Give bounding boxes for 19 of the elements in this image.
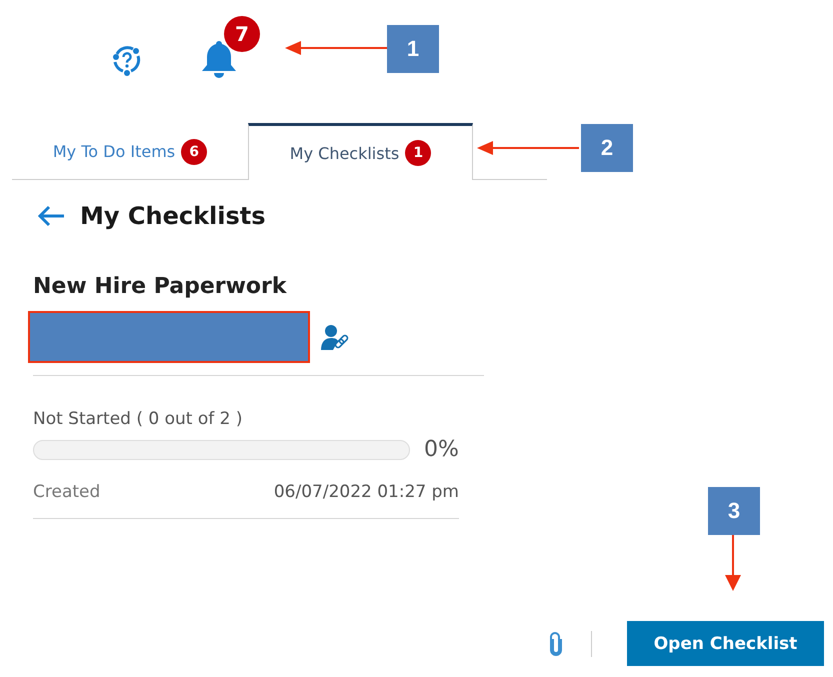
- user-link-icon[interactable]: [321, 324, 349, 350]
- paperclip-icon[interactable]: [549, 632, 563, 656]
- callout-label: 2: [581, 124, 633, 172]
- bell-icon[interactable]: [200, 38, 238, 78]
- tab[interactable]: My Checklists 1: [248, 123, 473, 180]
- notification-badge: 7: [224, 16, 260, 52]
- created-label: Created: [33, 482, 100, 502]
- progress-percent: 0%: [424, 437, 459, 462]
- page-title: My Checklists: [80, 202, 266, 230]
- count-badge: 1: [405, 140, 432, 166]
- count-badge: 6: [181, 138, 208, 164]
- status-text: Not Started ( 0 out of 2 ): [33, 409, 244, 429]
- callout-label: 3: [708, 487, 760, 535]
- back-arrow-icon[interactable]: [36, 204, 66, 228]
- callout-label: 1: [387, 25, 439, 73]
- checklist-name: New Hire Paperwork: [33, 274, 288, 299]
- callout-arrow: [725, 535, 741, 591]
- open-checklist-button[interactable]: Open Checklist: [627, 621, 824, 666]
- created-date: 06/07/2022 01:27 pm: [274, 482, 459, 502]
